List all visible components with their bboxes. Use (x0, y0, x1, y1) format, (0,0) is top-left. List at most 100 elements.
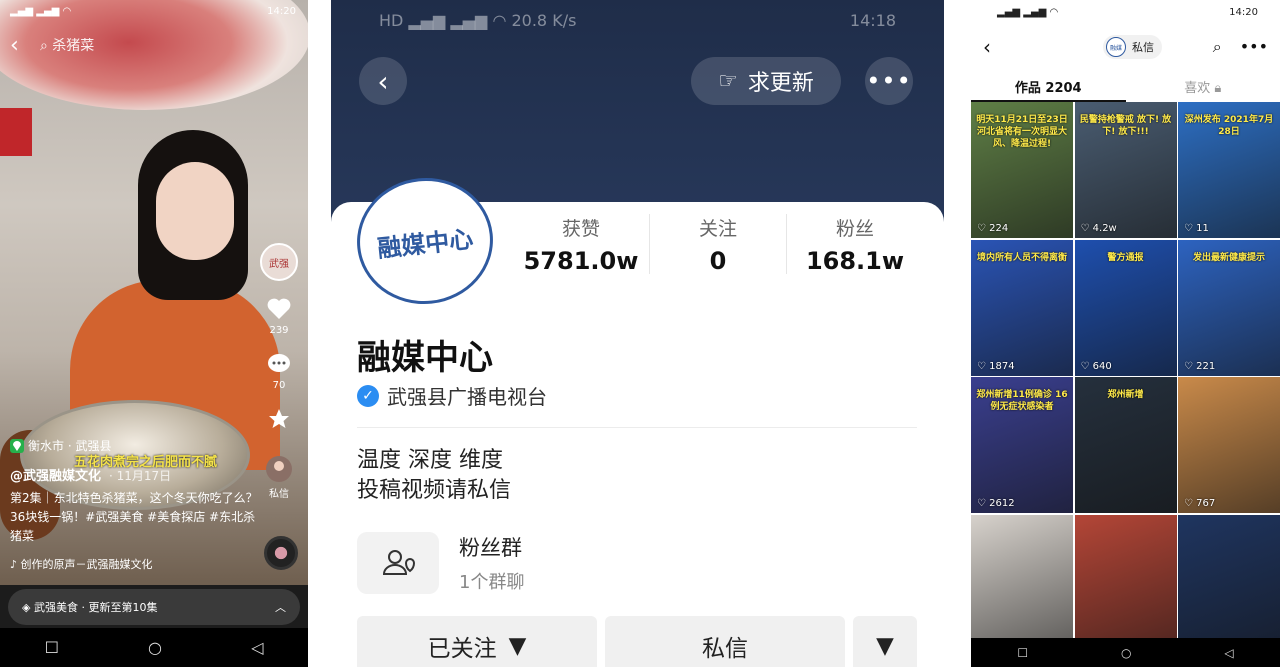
work-thumbnail[interactable]: 民警持枪警戒 放下! 放下! 放下!!! ♡ 4.2w (1074, 102, 1177, 238)
top-bar: ‹ ⌕ 杀猪菜 (0, 30, 308, 60)
stat-likes[interactable]: 获赞 5781.0w (513, 214, 649, 275)
back-button[interactable]: ‹ (359, 57, 407, 105)
recent-apps-icon[interactable]: ☐ (45, 638, 59, 657)
heart-outline-icon: ♡ (1184, 360, 1197, 372)
work-thumbnail[interactable]: ♡ 767 (1178, 377, 1280, 513)
stat-following[interactable]: 关注 0 (649, 214, 786, 275)
video-panel[interactable]: ▂▄▆ ▂▄▆ ◠ 14:20 ‹ ⌕ 杀猪菜 武强 239 70 私信 衡水市… (0, 0, 308, 667)
signal-icon: ▂▄▆ ▂▄▆ ◠ (997, 6, 1059, 18)
tab-likes[interactable]: 喜欢 🔒︎ (1126, 72, 1280, 102)
work-thumbnail[interactable]: 深州发布 2021年7月28日 ♡ 11 (1178, 102, 1280, 238)
work-like-count: ♡ 1874 (977, 361, 1015, 372)
chevron-up-icon[interactable]: ︿ (275, 599, 286, 615)
profile-panel: HD ▂▄▆ ▂▄▆ ◠ 20.8 K/s 14:18 ‹ ☞ 求更新 ••• … (331, 0, 944, 667)
video-description: 第2集｜东北特色杀猪菜，这个冬天你吃了么？36块钱一锅！#武强美食 #美食探店 … (10, 491, 258, 543)
back-icon[interactable]: ‹ (10, 33, 40, 58)
work-thumbnail[interactable]: 郑州新增 (1074, 377, 1177, 513)
system-nav-bar: ☐ ○ ◁ (971, 638, 1280, 667)
work-title: 境内所有人员不得离衡 (976, 252, 1067, 263)
favorite-icon[interactable] (264, 405, 294, 433)
collection-label: 武强美食 · 更新至第10集 (33, 601, 158, 614)
more-options-dropdown[interactable]: ▼ (853, 616, 917, 667)
home-icon[interactable]: ○ (148, 638, 162, 657)
pointing-hand-icon: ☞ (718, 68, 738, 94)
request-update-label: 求更新 (747, 71, 814, 96)
back-icon: ‹ (377, 64, 389, 98)
work-thumbnail[interactable]: 警方通报 ♡ 640 (1074, 239, 1177, 376)
work-thumbnail[interactable] (971, 514, 1073, 651)
back-icon[interactable]: ‹ (983, 35, 1013, 59)
profile-actions: 已关注 ▼ 私信 ▼ (357, 616, 917, 667)
work-like-count: ♡ 640 (1081, 361, 1112, 372)
music-text: 创作的原声－武强融媒文化 (20, 558, 153, 571)
works-grid: 明天11月21日至23日 河北省将有一次明显大风、降温过程! ♡ 224 民警持枪警… (971, 102, 1280, 651)
followed-button[interactable]: 已关注 ▼ (357, 616, 597, 667)
status-bar: ▂▄▆ ▂▄▆ ◠ 14:20 (0, 0, 308, 22)
search-icon[interactable]: ⌕ (1213, 37, 1222, 57)
profile-name: 融媒中心 (357, 338, 493, 378)
status-bar: ▂▄▆ ▂▄▆ ◠ 14:20 (971, 0, 1280, 24)
back-triangle-icon[interactable]: ◁ (251, 638, 263, 657)
stat-followers[interactable]: 粉丝 168.1w (786, 214, 923, 275)
heart-outline-icon: ♡ (977, 223, 990, 234)
heart-outline-icon: ♡ (1080, 223, 1093, 234)
heart-outline-icon: ♡ (1184, 498, 1197, 509)
work-thumbnail[interactable]: 境内所有人员不得离衡 ♡ 1874 (971, 239, 1073, 376)
work-thumbnail[interactable]: 发出最新健康提示 ♡ 221 (1178, 239, 1280, 376)
fan-group-subtitle: 1个群聊 (459, 572, 525, 593)
message-label: 私信 (702, 636, 748, 662)
message-pill-label: 私信 (1132, 41, 1154, 54)
recent-apps-icon[interactable]: ☐ (1017, 646, 1028, 660)
work-thumbnail[interactable] (1074, 514, 1177, 651)
more-dots-icon[interactable]: ••• (1240, 37, 1268, 57)
fan-group-entry[interactable]: 粉丝群 1个群聊 (357, 532, 917, 594)
status-time: 14:20 (267, 5, 296, 17)
work-thumbnail[interactable]: 明天11月21日至23日 河北省将有一次明显大风、降温过程! ♡ 224 (971, 102, 1073, 238)
work-title: 郑州新增 (1107, 390, 1144, 400)
works-panel: ▂▄▆ ▂▄▆ ◠ 14:20 ‹ 融媒 私信 ⌕ ••• 作品 2204 喜欢… (971, 0, 1280, 667)
message-avatar-icon[interactable] (264, 455, 294, 483)
home-icon[interactable]: ○ (1121, 646, 1131, 660)
like-count-value: 221 (1196, 360, 1216, 372)
music-line[interactable]: ♪ 创作的原声－武强融媒文化 (10, 556, 153, 572)
more-button[interactable]: ••• (865, 57, 913, 105)
heart-outline-icon: ♡ (1080, 360, 1093, 372)
tab-likes-label: 喜欢 (1184, 81, 1211, 96)
post-date: · 11月17日 (109, 469, 172, 483)
group-chat-icon (357, 532, 439, 594)
music-disc-icon[interactable] (264, 536, 298, 570)
work-like-count: ♡ 221 (1184, 361, 1215, 372)
work-like-count: ♡ 2612 (977, 498, 1015, 509)
tab-works[interactable]: 作品 2204 (971, 72, 1126, 102)
top-bar: ‹ 融媒 私信 ⌕ ••• (971, 30, 1280, 64)
caret-down-icon: ▼ (508, 633, 527, 659)
back-triangle-icon[interactable]: ◁ (1224, 646, 1233, 660)
system-nav-bar: ☐ ○ ◁ (0, 628, 308, 667)
message-button[interactable]: 私信 (605, 616, 845, 667)
bio-line-2: 投稿视频请私信 (357, 478, 512, 503)
work-like-count: ♡ 224 (977, 223, 1008, 234)
like-icon[interactable] (264, 295, 294, 323)
verification-line: ✓ 武强县广播电视台 (357, 381, 547, 410)
signal-icon: HD ▂▄▆ ▂▄▆ ◠ 20.8 K/s (379, 10, 577, 30)
author-avatar[interactable]: 武强 (260, 243, 298, 281)
fan-group-title: 粉丝群 (459, 536, 522, 560)
like-count-value: 1874 (989, 360, 1015, 372)
collection-bar[interactable]: ◈ 武强美食 · 更新至第10集 ︿ (8, 589, 300, 625)
work-thumbnail[interactable]: 郑州新增11例确诊 16例无症状感染者 ♡ 2612 (971, 377, 1073, 513)
status-time: 14:20 (1229, 6, 1258, 18)
message-label[interactable]: 私信 (269, 485, 289, 500)
avatar: 融媒 (1106, 37, 1126, 57)
work-like-count: ♡ 11 (1184, 223, 1209, 234)
work-thumbnail[interactable] (1178, 514, 1280, 651)
work-title: 警方通报 (1107, 252, 1144, 263)
collection-icon: ◈ (22, 601, 34, 614)
message-pill[interactable]: 融媒 私信 (1103, 35, 1162, 59)
like-count: 239 (269, 325, 289, 336)
like-count-value: 224 (989, 223, 1009, 234)
request-update-button[interactable]: ☞ 求更新 (691, 57, 841, 105)
author-name[interactable]: @武强融媒文化 (10, 469, 101, 484)
search-box[interactable]: ⌕ 杀猪菜 (40, 35, 94, 55)
comment-icon[interactable] (264, 350, 294, 378)
action-rail: 武强 239 70 私信 (256, 243, 302, 500)
